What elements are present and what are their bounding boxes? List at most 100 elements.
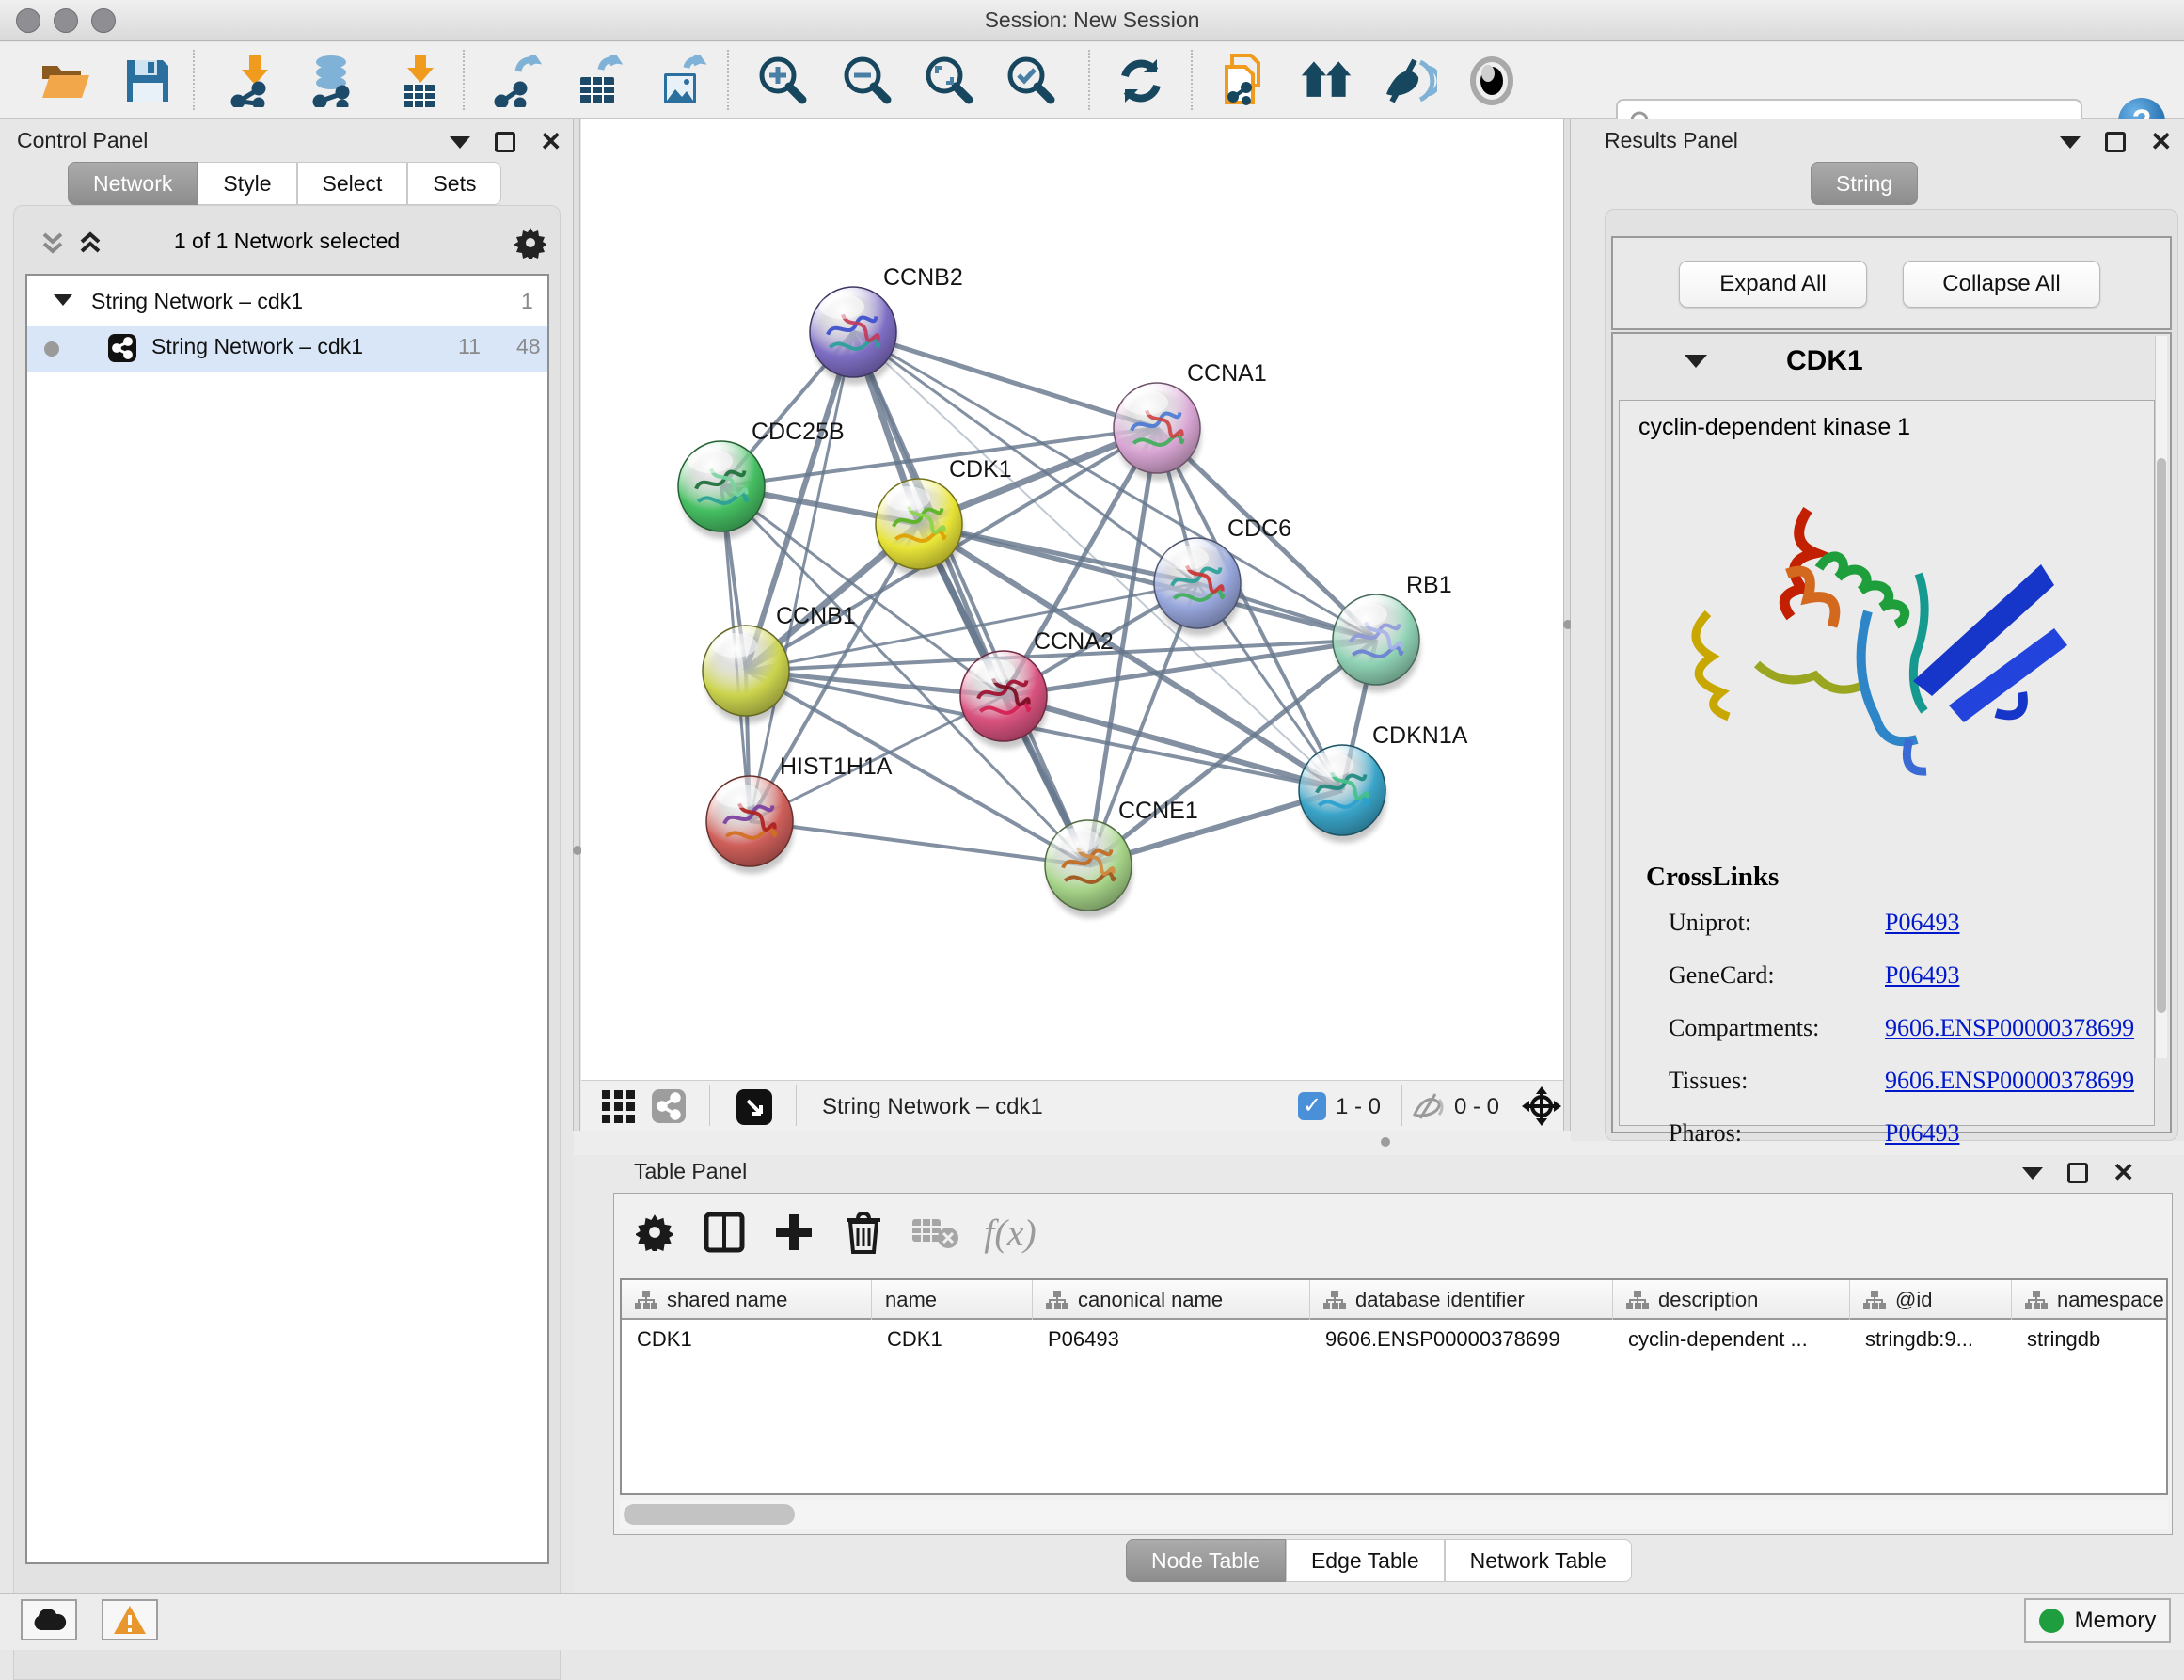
network-node-RB1[interactable]: RB1 [1333,572,1452,692]
birdseye-toggle-icon[interactable] [736,1088,773,1126]
results-scrollbar[interactable] [2155,336,2167,1058]
tab-string[interactable]: String [1811,162,1918,205]
collapse-all-button[interactable]: Collapse All [1903,261,2100,308]
table-cell[interactable]: CDK1 [872,1320,1033,1359]
zoom-selected-icon[interactable] [1005,54,1059,108]
export-table-icon[interactable] [572,54,626,108]
crosslink-value-link[interactable]: 9606.ENSP00000378699 [1885,1014,2134,1042]
network-edge[interactable] [853,332,1157,428]
column-header-name[interactable]: name [872,1280,1033,1320]
network-node-CDC25B[interactable]: CDC25B [678,419,845,539]
gene-description: cyclin-dependent kinase 1 [1638,414,1910,441]
crosslink-value-link[interactable]: P06493 [1885,961,1959,990]
cloud-status-button[interactable] [21,1599,77,1640]
network-view-title: String Network – cdk1 [822,1094,1043,1120]
network-node-CDKN1A[interactable]: CDKN1A [1299,722,1468,843]
table-cell[interactable]: CDK1 [622,1320,872,1359]
zoom-out-icon[interactable] [841,54,895,108]
table-cell[interactable]: P06493 [1033,1320,1310,1359]
import-table-icon[interactable] [393,54,448,108]
home-icon[interactable] [1300,54,1354,108]
network-node-HIST1H1A[interactable]: HIST1H1A [706,753,893,874]
export-image-icon[interactable] [656,54,710,108]
network-edge[interactable] [853,332,1088,865]
table-settings-gear-icon[interactable] [627,1205,682,1260]
control-panel-float-icon[interactable] [495,132,515,152]
zoom-fit-icon[interactable] [923,54,977,108]
delete-column-icon[interactable] [836,1205,891,1260]
right-splitter[interactable] [1563,119,1571,1131]
column-header--id[interactable]: @id [1850,1280,2012,1320]
network-row-selected[interactable]: String Network – cdk1 11 48 [27,326,547,372]
table-panel-menu-icon[interactable] [2022,1167,2043,1180]
network-node-CDC6[interactable]: CDC6 [1154,515,1291,636]
collection-expand-caret[interactable] [54,294,72,306]
table-panel-float-icon[interactable] [2067,1163,2088,1183]
results-panel-float-icon[interactable] [2105,132,2126,152]
node-label-CCNB2: CCNB2 [883,264,963,291]
column-header-database-identifier[interactable]: database identifier [1310,1280,1613,1320]
crosslink-value-link[interactable]: P06493 [1885,909,1959,937]
table-row[interactable]: CDK1CDK1P064939606.ENSP00000378699cyclin… [622,1320,2168,1359]
network-node-CCNB1[interactable]: CCNB1 [703,603,856,723]
tab-sets[interactable]: Sets [407,162,501,205]
control-panel-menu-icon[interactable] [450,136,470,149]
pan-crosshair-icon[interactable] [1522,1086,1561,1126]
column-header-namespace[interactable]: namespace [2012,1280,2168,1320]
export-network-icon[interactable] [491,54,546,108]
column-header-canonical-name[interactable]: canonical name [1033,1280,1310,1320]
left-splitter[interactable] [573,119,580,1131]
table-cell[interactable]: stringdb:9... [1850,1320,2012,1359]
results-panel-close-icon[interactable]: ✕ [2150,132,2172,152]
add-column-icon[interactable] [767,1205,821,1260]
open-session-icon[interactable] [39,54,93,108]
network-edge[interactable] [919,524,1376,640]
table-hscrollbar[interactable] [620,1500,2168,1529]
crosslink-value-link[interactable]: 9606.ENSP00000378699 [1885,1067,2134,1095]
collection-count: 1 [521,289,533,314]
column-label: shared name [667,1281,787,1319]
column-header-description[interactable]: description [1613,1280,1850,1320]
network-edge[interactable] [750,821,1088,865]
string-style-icon[interactable] [651,1088,687,1124]
control-panel-close-icon[interactable]: ✕ [540,132,562,152]
network-node-CCNB2[interactable]: CCNB2 [810,264,963,385]
crosslink-value-link[interactable]: P06493 [1885,1119,1959,1148]
grid-view-icon[interactable] [600,1088,636,1124]
hide-panel-icon[interactable] [1383,54,1437,108]
tab-network[interactable]: Network [68,162,198,205]
memory-button[interactable]: Memory [2024,1598,2171,1643]
results-panel-menu-icon[interactable] [2060,136,2081,149]
refresh-layout-icon[interactable] [1114,54,1168,108]
show-columns-icon[interactable] [697,1205,752,1260]
selected-checkbox[interactable]: ✓ [1298,1092,1326,1120]
copy-network-icon[interactable] [1216,54,1271,108]
table-cell[interactable]: stringdb [2012,1320,2168,1359]
gene-section-header[interactable]: CDK1 [1613,334,2170,396]
presentation-icon[interactable] [1464,54,1519,108]
network-node-CDK1[interactable]: CDK1 [876,456,1012,577]
node-table[interactable]: shared name namecanonical namedatabase id… [620,1278,2168,1495]
network-canvas[interactable]: CCNB2CCNA1CDC25BCDK1CDC6RB1CCNB1CCNA2CDK… [581,119,1563,1080]
tab-select[interactable]: Select [297,162,408,205]
crosslink-label: Uniprot: [1669,909,1751,936]
network-edge[interactable] [750,332,853,821]
network-node-CCNA1[interactable]: CCNA1 [1114,360,1267,481]
table-cell[interactable]: cyclin-dependent ... [1613,1320,1850,1359]
import-database-icon[interactable] [307,54,361,108]
warning-status-button[interactable] [102,1599,158,1640]
save-session-icon[interactable] [120,54,175,108]
table-cell[interactable]: 9606.ENSP00000378699 [1310,1320,1613,1359]
tab-network-table[interactable]: Network Table [1445,1539,1632,1582]
gene-collapse-caret[interactable] [1685,355,1707,368]
column-header-shared-name[interactable]: shared name [622,1280,872,1320]
zoom-in-icon[interactable] [756,54,811,108]
tab-style[interactable]: Style [198,162,296,205]
tab-edge-table[interactable]: Edge Table [1286,1539,1445,1582]
expand-all-button[interactable]: Expand All [1679,261,1867,308]
table-panel-close-icon[interactable]: ✕ [2113,1163,2134,1183]
tab-node-table[interactable]: Node Table [1126,1539,1286,1582]
gear-icon[interactable] [514,227,546,259]
network-collection-row[interactable]: String Network – cdk1 1 [27,281,547,326]
import-network-icon[interactable] [228,54,282,108]
